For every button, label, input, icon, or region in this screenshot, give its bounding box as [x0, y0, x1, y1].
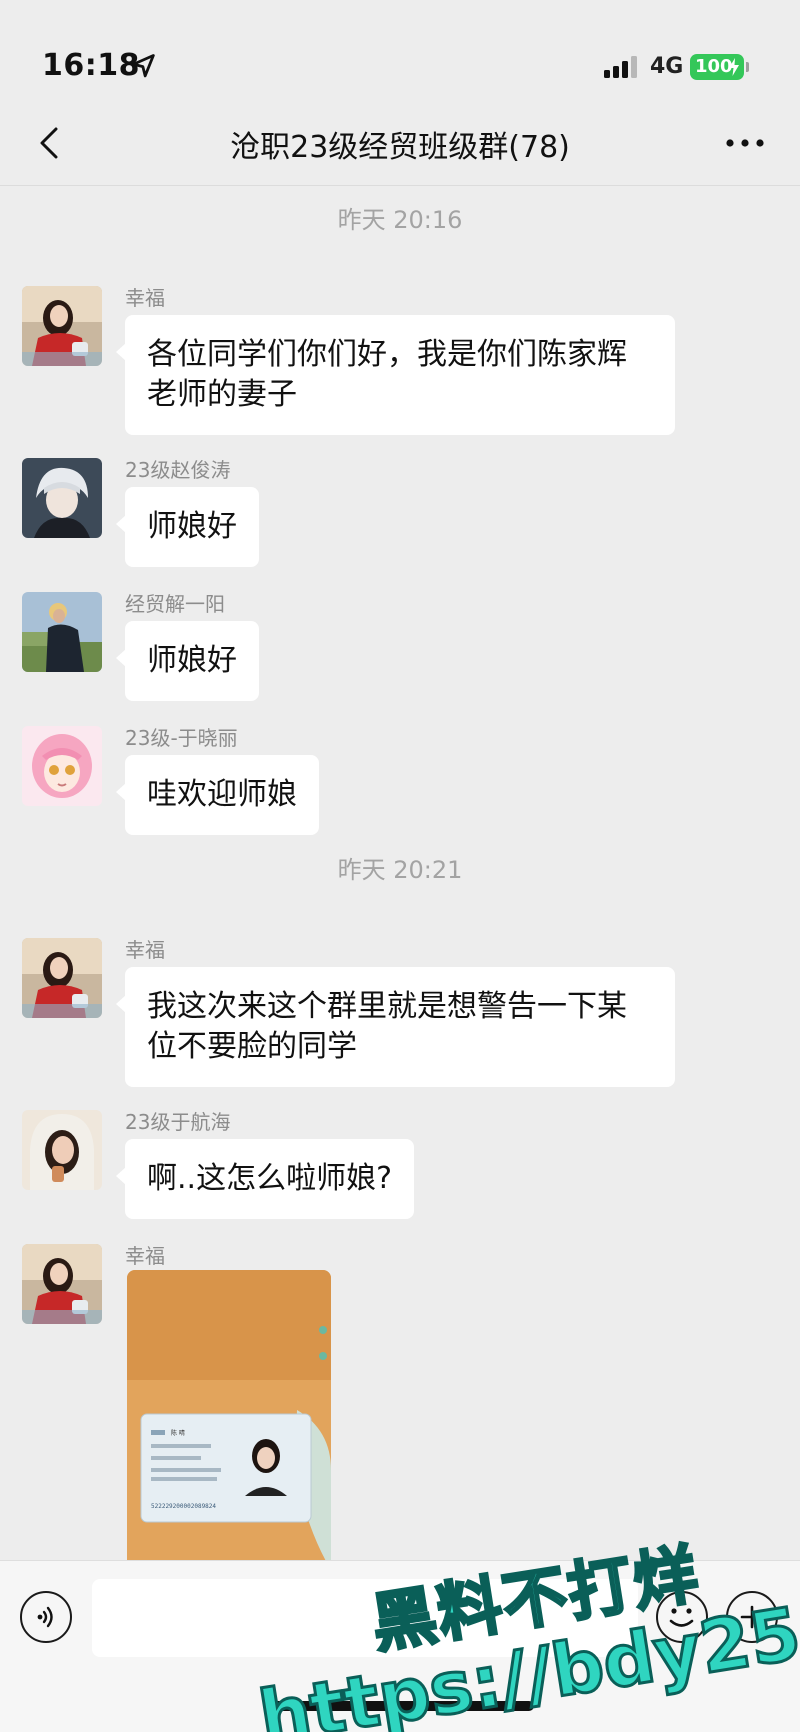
- network-label: 4G: [650, 54, 684, 79]
- message-bubble[interactable]: 啊..这怎么啦师娘?: [116, 1139, 414, 1219]
- message-bubble[interactable]: 我这次来这个群里就是想警告一下某位不要脸的同学: [116, 967, 675, 1087]
- id-card-number: 522229200002089824: [151, 1503, 216, 1510]
- chat-timestamp: 昨天 20:21: [337, 856, 463, 884]
- avatar-photo-woman: [22, 1244, 102, 1324]
- status-bar: 16:18 4G 100: [0, 0, 800, 100]
- sender-name: 23级于航海: [125, 1110, 231, 1134]
- avatar[interactable]: [22, 458, 102, 538]
- voice-icon: [37, 1606, 53, 1628]
- avatar-photo-woman: [22, 286, 102, 366]
- chat-message-list[interactable]: 昨天 20:16 幸福 各位同学们你们好，我是你们陈家辉老师的妻子 23级赵俊涛…: [0, 186, 800, 1560]
- signal-icon: [604, 56, 637, 78]
- sender-name: 23级-于晓丽: [125, 726, 238, 750]
- id-card-photo: 陈 晴 522229200002089824: [127, 1270, 331, 1560]
- id-card-name: 陈 晴: [171, 1429, 185, 1437]
- more-functions-button[interactable]: [726, 1591, 778, 1643]
- sender-name: 经贸解一阳: [125, 592, 225, 616]
- battery-indicator: 100: [690, 54, 749, 80]
- message-bubble[interactable]: 师娘好: [116, 621, 259, 701]
- avatar[interactable]: [22, 938, 102, 1018]
- chat-timestamp: 昨天 20:16: [337, 206, 463, 234]
- avatar[interactable]: [22, 286, 102, 366]
- charging-bolt-icon: [729, 58, 739, 76]
- avatar-photo-woman-hat: [22, 1110, 102, 1190]
- location-arrow-icon: [132, 54, 155, 78]
- sender-name: 幸福: [125, 938, 165, 962]
- avatar-anime-boy: [22, 458, 102, 538]
- avatar-anime-girl: [22, 726, 102, 806]
- battery-level: 100: [695, 56, 733, 77]
- message-input-bar: [0, 1560, 800, 1732]
- avatar[interactable]: [22, 726, 102, 806]
- sender-name: 幸福: [125, 1244, 165, 1268]
- emoji-icon: [669, 1608, 694, 1627]
- chat-title: 沧职23级经贸班级群(78): [230, 130, 570, 165]
- plus-icon: [740, 1605, 764, 1629]
- emoji-button[interactable]: [656, 1591, 708, 1643]
- chat-header: 沧职23级经贸班级群(78): [0, 100, 800, 186]
- voice-button[interactable]: [20, 1591, 72, 1643]
- sender-name: 幸福: [125, 286, 165, 310]
- message-bubble[interactable]: 哇欢迎师娘: [116, 755, 319, 835]
- avatar[interactable]: [22, 1244, 102, 1324]
- avatar[interactable]: [22, 1110, 102, 1190]
- avatar-photo-woman: [22, 938, 102, 1018]
- home-indicator: [266, 1701, 534, 1711]
- avatar-photo-man: [22, 592, 102, 672]
- message-input[interactable]: [92, 1579, 638, 1657]
- sender-name: 23级赵俊涛: [125, 458, 231, 482]
- more-dots-icon: [726, 139, 764, 147]
- message-bubble[interactable]: 各位同学们你们好，我是你们陈家辉老师的妻子: [116, 315, 675, 435]
- message-bubble[interactable]: 师娘好: [116, 487, 259, 567]
- status-time: 16:18: [42, 48, 140, 83]
- more-button[interactable]: [720, 118, 770, 168]
- avatar[interactable]: [22, 592, 102, 672]
- image-message[interactable]: 陈 晴 522229200002089824: [127, 1270, 331, 1560]
